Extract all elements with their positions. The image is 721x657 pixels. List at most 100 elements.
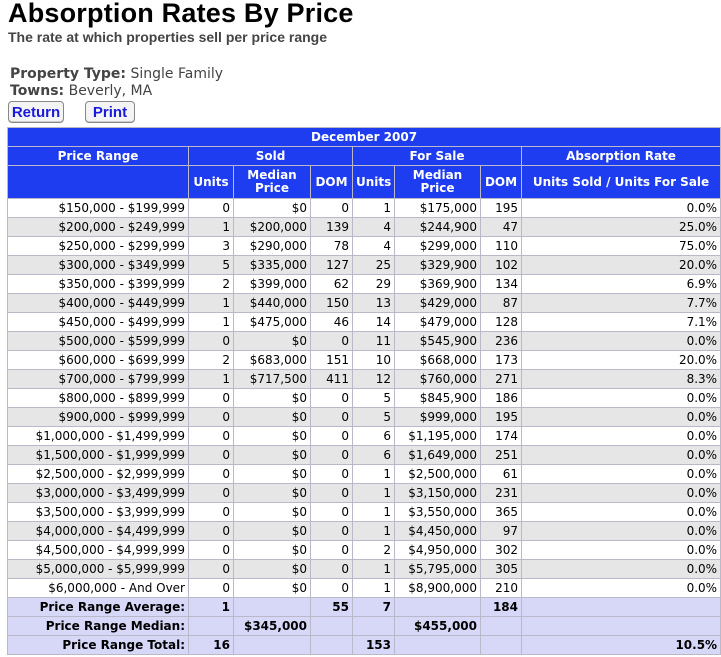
for-sale-units-cell bbox=[352, 616, 395, 636]
sold-median-price-cell: $0 bbox=[233, 331, 311, 351]
sold-dom-cell: 62 bbox=[310, 274, 353, 294]
for-sale-dom-cell: 174 bbox=[480, 426, 522, 446]
table-row: $600,000 - $699,999 2 $683,000 151 10 $668,00… bbox=[7, 350, 721, 370]
sold-units-cell: 2 bbox=[188, 350, 234, 370]
price-range-header: Price Range bbox=[7, 146, 189, 166]
sold-units-cell: 0 bbox=[188, 578, 234, 598]
for-sale-median-price-cell: $175,000 bbox=[394, 198, 481, 218]
summary-label: Price Range Average: bbox=[7, 597, 189, 617]
for-sale-median-price-cell: $455,000 bbox=[394, 616, 481, 636]
for-sale-dom-cell: 195 bbox=[480, 407, 522, 427]
absorption-rate-cell: 0.0% bbox=[520, 559, 721, 579]
for-sale-median-price-cell: $4,450,000 bbox=[394, 521, 481, 541]
return-button[interactable]: Return bbox=[8, 101, 64, 123]
absorption-rate-cell: 0.0% bbox=[520, 521, 721, 541]
for-sale-median-price-cell: $479,000 bbox=[394, 312, 481, 332]
price-range-cell: $6,000,000 - And Over bbox=[7, 578, 189, 598]
absorption-rate-cell: 25.0% bbox=[520, 217, 721, 237]
sold-units-header: Units bbox=[188, 165, 234, 199]
for-sale-median-price-cell: $545,900 bbox=[394, 331, 481, 351]
for-sale-dom-cell: 184 bbox=[480, 597, 522, 617]
for-sale-units-cell: 4 bbox=[352, 217, 395, 237]
sold-units-cell: 2 bbox=[188, 274, 234, 294]
for-sale-median-price-cell: $369,900 bbox=[394, 274, 481, 294]
for-sale-dom-cell: 87 bbox=[480, 293, 522, 313]
for-sale-units-cell: 1 bbox=[352, 578, 395, 598]
sold-dom-cell: 139 bbox=[310, 217, 353, 237]
sold-median-price-cell: $683,000 bbox=[233, 350, 311, 370]
sold-median-price-cell: $0 bbox=[233, 388, 311, 408]
sold-median-price-cell: $290,000 bbox=[233, 236, 311, 256]
for-sale-units-cell: 11 bbox=[352, 331, 395, 351]
absorption-rate-cell: 0.0% bbox=[520, 388, 721, 408]
sold-median-price-cell: $0 bbox=[233, 407, 311, 427]
absorption-rate-cell: 0.0% bbox=[520, 483, 721, 503]
sold-units-cell: 0 bbox=[188, 198, 234, 218]
sold-median-price-cell: $399,000 bbox=[233, 274, 311, 294]
absorption-rate-cell: 0.0% bbox=[520, 426, 721, 446]
for-sale-median-price-cell: $760,000 bbox=[394, 369, 481, 389]
for-sale-units-cell: 5 bbox=[352, 388, 395, 408]
sold-dom-cell bbox=[310, 616, 353, 636]
table-row: $5,000,000 - $5,999,999 0 $0 0 1 $5,795,000 30… bbox=[7, 559, 721, 579]
sold-dom-cell: 0 bbox=[310, 559, 353, 579]
for-sale-units-cell: 29 bbox=[352, 274, 395, 294]
sold-units-cell: 1 bbox=[188, 293, 234, 313]
absorption-rate-cell: 6.9% bbox=[520, 274, 721, 294]
sold-median-price-cell: $0 bbox=[233, 578, 311, 598]
price-range-cell: $900,000 - $999,999 bbox=[7, 407, 189, 427]
price-range-cell: $350,000 - $399,999 bbox=[7, 274, 189, 294]
table-row: $150,000 - $199,999 0 $0 0 1 $175,000 195 0.0% bbox=[7, 198, 721, 218]
price-range-cell: $600,000 - $699,999 bbox=[7, 350, 189, 370]
sold-units-cell: 0 bbox=[188, 502, 234, 522]
for-sale-median-header: Median Price bbox=[394, 165, 481, 199]
print-button[interactable]: Print bbox=[85, 101, 135, 123]
absorption-rate-cell: 0.0% bbox=[520, 407, 721, 427]
for-sale-dom-cell: 102 bbox=[480, 255, 522, 275]
for-sale-median-price-cell: $5,795,000 bbox=[394, 559, 481, 579]
towns-line: Towns: Beverly, MA bbox=[10, 83, 152, 99]
absorption-rate-cell: 0.0% bbox=[520, 540, 721, 560]
absorption-rate-cell: 20.0% bbox=[520, 255, 721, 275]
sold-dom-cell: 78 bbox=[310, 236, 353, 256]
for-sale-units-cell: 6 bbox=[352, 426, 395, 446]
price-range-cell: $3,500,000 - $3,999,999 bbox=[7, 502, 189, 522]
price-range-cell: $450,000 - $499,999 bbox=[7, 312, 189, 332]
sold-units-cell: 1 bbox=[188, 597, 234, 617]
for-sale-units-cell: 14 bbox=[352, 312, 395, 332]
table-row: $2,500,000 - $2,999,999 0 $0 0 1 $2,500,000 61… bbox=[7, 464, 721, 484]
for-sale-dom-cell: 210 bbox=[480, 578, 522, 598]
summary-total-row: Price Range Total: 16 153 10.5% bbox=[7, 635, 721, 655]
for-sale-median-price-cell: $8,900,000 bbox=[394, 578, 481, 598]
absorption-rate-cell: 20.0% bbox=[520, 350, 721, 370]
for-sale-dom-cell bbox=[480, 616, 522, 636]
for-sale-dom-cell: 195 bbox=[480, 198, 522, 218]
for-sale-median-price-cell bbox=[394, 635, 481, 655]
table-row: $3,500,000 - $3,999,999 0 $0 0 1 $3,550,000 36… bbox=[7, 502, 721, 522]
for-sale-median-price-cell: $668,000 bbox=[394, 350, 481, 370]
absorption-rate-cell: 75.0% bbox=[520, 236, 721, 256]
for-sale-dom-cell: 251 bbox=[480, 445, 522, 465]
sold-dom-cell: 0 bbox=[310, 331, 353, 351]
absorption-rate-cell: 8.3% bbox=[520, 369, 721, 389]
sold-dom-cell: 0 bbox=[310, 407, 353, 427]
for-sale-dom-cell: 61 bbox=[480, 464, 522, 484]
absorption-rate-cell: 0.0% bbox=[520, 578, 721, 598]
property-type-label: Property Type: bbox=[10, 66, 127, 82]
table-row: $200,000 - $249,999 1 $200,000 139 4 $244,900… bbox=[7, 217, 721, 237]
table-row: $350,000 - $399,999 2 $399,000 62 29 $369,900… bbox=[7, 274, 721, 294]
period-header: December 2007 bbox=[6, 127, 721, 147]
for-sale-dom-cell: 128 bbox=[480, 312, 522, 332]
sold-dom-cell: 0 bbox=[310, 502, 353, 522]
for-sale-units-header: Units bbox=[352, 165, 395, 199]
sold-dom-cell: 127 bbox=[310, 255, 353, 275]
sold-dom-cell: 411 bbox=[310, 369, 353, 389]
for-sale-median-price-cell: $3,550,000 bbox=[394, 502, 481, 522]
towns-value: Beverly, MA bbox=[68, 83, 153, 99]
sold-median-price-cell: $0 bbox=[233, 521, 311, 541]
for-sale-median-price-cell: $244,900 bbox=[394, 217, 481, 237]
table-row: $3,000,000 - $3,499,999 0 $0 0 1 $3,150,000 23… bbox=[7, 483, 721, 503]
for-sale-units-cell: 13 bbox=[352, 293, 395, 313]
for-sale-dom-cell: 47 bbox=[480, 217, 522, 237]
for-sale-median-price-cell: $329,900 bbox=[394, 255, 481, 275]
